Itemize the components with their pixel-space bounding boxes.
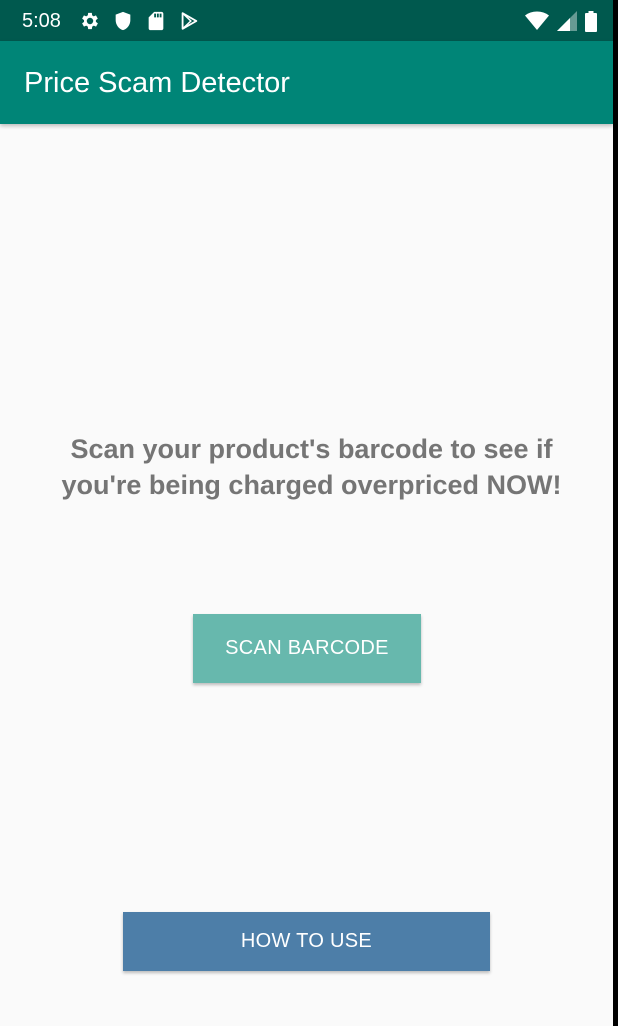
battery-icon [585,10,597,32]
app-screen: 5:08 Price Scam Detector Scan your produ… [0,0,613,1026]
app-title: Price Scam Detector [24,67,290,99]
wifi-icon [525,11,549,30]
scan-barcode-button[interactable]: SCAN BARCODE [193,614,421,683]
instruction-message: Scan your product's barcode to see if yo… [61,434,562,500]
status-left-icons [79,10,211,32]
sd-card-icon [148,11,164,31]
settings-icon [82,12,98,30]
status-right-icons [517,10,597,32]
app-bar: Price Scam Detector [0,41,613,124]
cell-signal-icon [557,11,577,31]
how-to-use-button[interactable]: HOW TO USE [123,912,490,971]
status-bar: 5:08 [0,0,613,41]
shield-icon [115,11,131,31]
status-time: 5:08 [22,10,61,32]
play-store-icon [181,12,198,30]
